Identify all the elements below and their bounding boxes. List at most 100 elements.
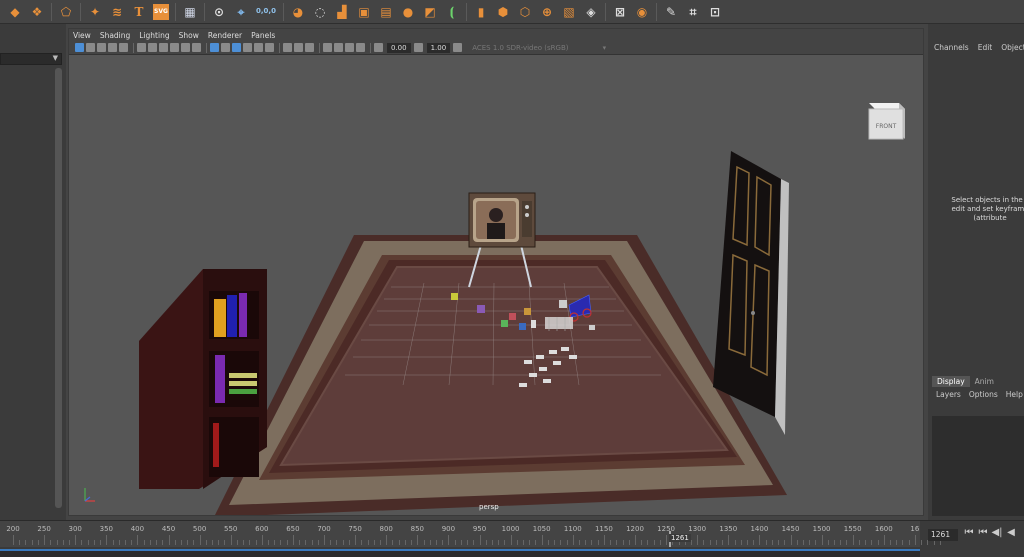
exposure-icon[interactable] <box>374 43 383 52</box>
viewport-panel[interactable]: View Shading Lighting Show Renderer Pane… <box>68 28 924 516</box>
play-backwards-icon[interactable]: ◀ <box>1004 527 1018 538</box>
current-frame-field[interactable]: 1261 <box>928 529 958 541</box>
menu-renderer[interactable]: Renderer <box>208 31 242 40</box>
menu-lighting[interactable]: Lighting <box>139 31 169 40</box>
step-back-frame-icon[interactable]: ◀| <box>990 527 1004 538</box>
svg-tool-icon[interactable]: SVG <box>153 3 169 20</box>
camera-attributes-icon[interactable] <box>86 43 95 52</box>
xray-icon[interactable] <box>334 43 343 52</box>
cube-multi-icon[interactable]: ⬢ <box>495 4 511 20</box>
menu-view[interactable]: View <box>73 31 91 40</box>
menu-show[interactable]: Show <box>179 31 199 40</box>
color-space-dropdown[interactable]: ACES 1.0 SDR-video (sRGB) <box>468 43 606 53</box>
film-gate-icon[interactable] <box>137 43 146 52</box>
tick-mark <box>442 540 444 545</box>
cube-outline-icon[interactable]: ◈ <box>583 4 599 20</box>
image-plane-icon[interactable] <box>108 43 117 52</box>
cluster-icon[interactable]: ❖ <box>29 4 45 20</box>
wireframe-icon[interactable] <box>210 43 219 52</box>
lattice-icon[interactable]: ⌗ <box>685 4 701 20</box>
wireframe-on-shaded-icon[interactable] <box>232 43 241 52</box>
select-camera-icon[interactable] <box>75 43 84 52</box>
grid-toggle-icon[interactable] <box>119 43 128 52</box>
menu-help[interactable]: Help <box>1006 390 1023 399</box>
combine-icon[interactable]: ▣ <box>356 4 372 20</box>
field-chart-icon[interactable] <box>170 43 179 52</box>
motion-blur-icon[interactable] <box>294 43 303 52</box>
cube-icon[interactable]: ▮ <box>473 4 489 20</box>
tab-display[interactable]: Display <box>932 376 970 387</box>
curve-icon[interactable]: ≋ <box>109 4 125 20</box>
cube-outline-icon[interactable]: ▧ <box>561 4 577 20</box>
tab-anim[interactable]: Anim <box>970 376 999 387</box>
text-tool-icon[interactable]: T <box>131 4 147 20</box>
rug <box>214 235 787 515</box>
smooth-icon[interactable]: ▤ <box>378 4 394 20</box>
tick-mark <box>100 540 102 545</box>
tick-mark <box>56 540 58 545</box>
mirror-icon[interactable]: ◩ <box>422 4 438 20</box>
tick-label: 650 <box>286 525 300 533</box>
bevel-icon[interactable]: ◕ <box>290 4 306 20</box>
extra-icon[interactable]: ◉ <box>634 4 650 20</box>
isolate-select-icon[interactable] <box>323 43 332 52</box>
textured-icon[interactable] <box>243 43 252 52</box>
extra-icon[interactable]: ⊡ <box>707 4 723 20</box>
toolbar-separator <box>133 42 134 53</box>
view-transform-icon[interactable] <box>453 43 463 52</box>
poly-shape-icon[interactable]: ◆ <box>7 4 23 20</box>
gamma-field[interactable]: 1.00 <box>426 42 451 53</box>
menu-shading[interactable]: Shading <box>100 31 130 40</box>
exposure-field[interactable]: 0.00 <box>387 42 411 53</box>
safe-title-icon[interactable] <box>192 43 201 52</box>
gamma-icon[interactable] <box>413 43 423 52</box>
bookmark-icon[interactable] <box>97 43 106 52</box>
outliner-dropdown[interactable]: ▼ <box>0 53 62 65</box>
playhead[interactable]: 1261 <box>669 521 691 547</box>
tick-mark <box>566 540 568 545</box>
booleans-icon[interactable]: ● <box>400 4 416 20</box>
left-scrollbar[interactable] <box>55 68 62 508</box>
anti-aliasing-icon[interactable] <box>305 43 314 52</box>
lights-icon[interactable] <box>254 43 263 52</box>
sphere-grid-icon[interactable]: ⬡ <box>517 4 533 20</box>
xray-components-icon[interactable] <box>356 43 365 52</box>
pen-icon[interactable]: ✎ <box>663 4 679 20</box>
go-to-start-icon[interactable]: ⏮ <box>962 527 976 538</box>
lattice-icon[interactable]: ⊠ <box>612 4 628 20</box>
measure-icon[interactable]: ⊙ <box>211 4 227 20</box>
smooth-shade-icon[interactable] <box>221 43 230 52</box>
menu-channels[interactable]: Channels <box>934 43 969 52</box>
tick-mark <box>610 540 612 545</box>
locator-icon[interactable]: ⌖ <box>233 4 249 20</box>
xray-joints-icon[interactable] <box>345 43 354 52</box>
cut-icon[interactable]: ⊕ <box>539 4 555 20</box>
safe-action-icon[interactable] <box>181 43 190 52</box>
tick-mark <box>460 540 462 545</box>
menu-object[interactable]: Object <box>1001 43 1024 52</box>
menu-layers[interactable]: Layers <box>936 390 961 399</box>
layer-list[interactable] <box>932 416 1024 516</box>
step-back-key-icon[interactable]: ⏮ <box>976 527 990 538</box>
tick-mark <box>336 540 338 545</box>
menu-panels[interactable]: Panels <box>251 31 275 40</box>
ambient-occlusion-icon[interactable] <box>283 43 292 52</box>
paint-effects-icon[interactable]: ⬠ <box>58 4 74 20</box>
menu-options[interactable]: Options <box>969 390 998 399</box>
view-cube[interactable]: FRONT <box>868 103 905 140</box>
time-ruler[interactable]: 200 250 300 350 400 450 500 550 600 650 700 750 800 8… <box>0 521 941 547</box>
menu-edit[interactable]: Edit <box>978 43 993 52</box>
tick-mark <box>597 540 599 545</box>
extrude-icon[interactable]: ▟ <box>334 4 350 20</box>
bridge-icon[interactable]: ◌ <box>312 4 328 20</box>
shadows-icon[interactable] <box>265 43 274 52</box>
tick-mark <box>890 540 892 545</box>
uv-editor-icon[interactable]: ⦗ <box>444 4 460 20</box>
gate-mask-icon[interactable] <box>159 43 168 52</box>
star-icon[interactable]: ✦ <box>87 4 103 20</box>
resolution-gate-icon[interactable] <box>148 43 157 52</box>
tick-mark <box>902 540 904 545</box>
tick-mark <box>796 540 798 545</box>
distance-icon[interactable]: 0,0,0 <box>255 4 277 20</box>
calculator-icon[interactable]: ▦ <box>182 4 198 20</box>
